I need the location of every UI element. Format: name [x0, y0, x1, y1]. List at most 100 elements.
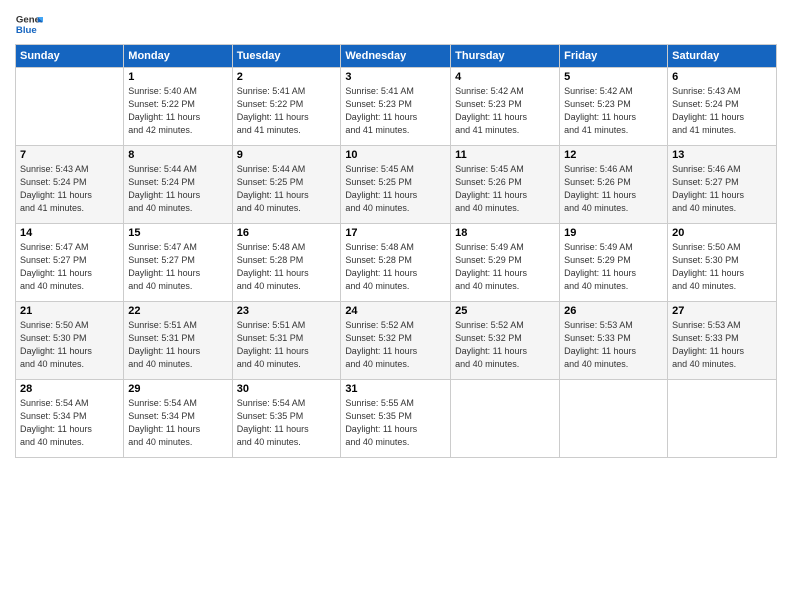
day-info: Sunrise: 5:46 AMSunset: 5:26 PMDaylight:…: [564, 163, 663, 215]
calendar-day-header: Friday: [560, 45, 668, 68]
calendar-day-cell: 15Sunrise: 5:47 AMSunset: 5:27 PMDayligh…: [124, 224, 232, 302]
calendar-day-cell: 13 Sunrise: 5:46 AMSunset: 5:27 PMDayligh…: [668, 146, 777, 224]
calendar-day-cell: 8 Sunrise: 5:44 AMSunset: 5:24 PMDaylight…: [124, 146, 232, 224]
calendar-week-row: 28 Sunrise: 5:54 AMSunset: 5:34 PMDayligh…: [16, 380, 777, 458]
day-number: 13: [672, 149, 772, 161]
calendar-day-cell: 26 Sunrise: 5:53 AMSunset: 5:33 PMDayligh…: [560, 302, 668, 380]
day-number: 25: [455, 305, 555, 317]
svg-text:Blue: Blue: [16, 25, 37, 36]
day-number: 30: [237, 383, 337, 395]
calendar-day-cell: 17 Sunrise: 5:48 AMSunset: 5:28 PMDayligh…: [341, 224, 451, 302]
day-info: Sunrise: 5:49 AMSunset: 5:29 PMDaylight:…: [564, 241, 663, 293]
calendar-day-cell: 6 Sunrise: 5:43 AMSunset: 5:24 PMDaylight…: [668, 68, 777, 146]
day-number: 3: [345, 71, 446, 83]
day-number: 6: [672, 71, 772, 83]
day-info: Sunrise: 5:54 AMSunset: 5:35 PMDaylight:…: [237, 397, 337, 449]
day-info: Sunrise: 5:48 AMSunset: 5:28 PMDaylight:…: [237, 241, 337, 293]
day-info: Sunrise: 5:44 AMSunset: 5:25 PMDaylight:…: [237, 163, 337, 215]
calendar-day-cell: 16 Sunrise: 5:48 AMSunset: 5:28 PMDayligh…: [232, 224, 341, 302]
day-info: Sunrise: 5:50 AMSunset: 5:30 PMDaylight:…: [20, 319, 119, 371]
day-number: 18: [455, 227, 555, 239]
day-info: Sunrise: 5:45 AMSunset: 5:26 PMDaylight:…: [455, 163, 555, 215]
calendar-day-cell: 28 Sunrise: 5:54 AMSunset: 5:34 PMDayligh…: [16, 380, 124, 458]
calendar-day-cell: 29 Sunrise: 5:54 AMSunset: 5:34 PMDayligh…: [124, 380, 232, 458]
day-number: 27: [672, 305, 772, 317]
calendar-header-row: SundayMondayTuesdayWednesdayThursdayFrid…: [16, 45, 777, 68]
day-info: Sunrise: 5:41 AMSunset: 5:23 PMDaylight:…: [345, 85, 446, 137]
day-number: 26: [564, 305, 663, 317]
day-number: 29: [128, 383, 227, 395]
day-info: Sunrise: 5:50 AMSunset: 5:30 PMDaylight:…: [672, 241, 772, 293]
day-number: 24: [345, 305, 446, 317]
calendar-week-row: 21 Sunrise: 5:50 AMSunset: 5:30 PMDayligh…: [16, 302, 777, 380]
day-info: Sunrise: 5:52 AMSunset: 5:32 PMDaylight:…: [455, 319, 555, 371]
day-number: 11: [455, 149, 555, 161]
calendar-day-header: Saturday: [668, 45, 777, 68]
day-info: Sunrise: 5:45 AMSunset: 5:25 PMDaylight:…: [345, 163, 446, 215]
day-info: Sunrise: 5:40 AMSunset: 5:22 PMDaylight:…: [128, 85, 227, 137]
calendar-day-cell: 21 Sunrise: 5:50 AMSunset: 5:30 PMDayligh…: [16, 302, 124, 380]
calendar-day-cell: 9Sunrise: 5:44 AMSunset: 5:25 PMDaylight…: [232, 146, 341, 224]
page: General Blue SundayMondayTuesdayWednesda…: [0, 0, 792, 612]
day-number: 28: [20, 383, 119, 395]
calendar-table: SundayMondayTuesdayWednesdayThursdayFrid…: [15, 44, 777, 458]
calendar-day-cell: 3 Sunrise: 5:41 AMSunset: 5:23 PMDaylight…: [341, 68, 451, 146]
day-number: 31: [345, 383, 446, 395]
calendar-day-cell: 22 Sunrise: 5:51 AMSunset: 5:31 PMDayligh…: [124, 302, 232, 380]
day-number: 19: [564, 227, 663, 239]
day-number: 22: [128, 305, 227, 317]
logo-icon: General Blue: [15, 10, 43, 38]
day-number: 14: [20, 227, 119, 239]
calendar-day-cell: [560, 380, 668, 458]
day-info: Sunrise: 5:48 AMSunset: 5:28 PMDaylight:…: [345, 241, 446, 293]
calendar-day-header: Wednesday: [341, 45, 451, 68]
calendar-day-cell: 24 Sunrise: 5:52 AMSunset: 5:32 PMDayligh…: [341, 302, 451, 380]
calendar-day-cell: 11 Sunrise: 5:45 AMSunset: 5:26 PMDayligh…: [451, 146, 560, 224]
day-info: Sunrise: 5:44 AMSunset: 5:24 PMDaylight:…: [128, 163, 227, 215]
calendar-week-row: 14 Sunrise: 5:47 AMSunset: 5:27 PMDayligh…: [16, 224, 777, 302]
calendar-day-cell: 7Sunrise: 5:43 AMSunset: 5:24 PMDaylight…: [16, 146, 124, 224]
calendar-day-header: Monday: [124, 45, 232, 68]
day-info: Sunrise: 5:49 AMSunset: 5:29 PMDaylight:…: [455, 241, 555, 293]
logo: General Blue: [15, 10, 47, 38]
calendar-day-cell: [16, 68, 124, 146]
day-number: 10: [345, 149, 446, 161]
day-info: Sunrise: 5:53 AMSunset: 5:33 PMDaylight:…: [564, 319, 663, 371]
day-number: 16: [237, 227, 337, 239]
day-info: Sunrise: 5:52 AMSunset: 5:32 PMDaylight:…: [345, 319, 446, 371]
calendar-day-cell: 31Sunrise: 5:55 AMSunset: 5:35 PMDayligh…: [341, 380, 451, 458]
day-number: 15: [128, 227, 227, 239]
day-info: Sunrise: 5:43 AMSunset: 5:24 PMDaylight:…: [672, 85, 772, 137]
day-number: 5: [564, 71, 663, 83]
calendar-day-cell: [451, 380, 560, 458]
calendar-day-cell: 18 Sunrise: 5:49 AMSunset: 5:29 PMDayligh…: [451, 224, 560, 302]
day-number: 23: [237, 305, 337, 317]
calendar-day-cell: 5 Sunrise: 5:42 AMSunset: 5:23 PMDaylight…: [560, 68, 668, 146]
calendar-day-cell: 1Sunrise: 5:40 AMSunset: 5:22 PMDaylight…: [124, 68, 232, 146]
day-number: 8: [128, 149, 227, 161]
day-info: Sunrise: 5:54 AMSunset: 5:34 PMDaylight:…: [128, 397, 227, 449]
day-number: 17: [345, 227, 446, 239]
calendar-day-cell: 4Sunrise: 5:42 AMSunset: 5:23 PMDaylight…: [451, 68, 560, 146]
day-info: Sunrise: 5:47 AMSunset: 5:27 PMDaylight:…: [20, 241, 119, 293]
calendar-day-cell: 10 Sunrise: 5:45 AMSunset: 5:25 PMDayligh…: [341, 146, 451, 224]
calendar-day-cell: 20 Sunrise: 5:50 AMSunset: 5:30 PMDayligh…: [668, 224, 777, 302]
calendar-day-header: Thursday: [451, 45, 560, 68]
header: General Blue: [15, 10, 777, 38]
day-info: Sunrise: 5:53 AMSunset: 5:33 PMDaylight:…: [672, 319, 772, 371]
calendar-week-row: 7Sunrise: 5:43 AMSunset: 5:24 PMDaylight…: [16, 146, 777, 224]
day-number: 12: [564, 149, 663, 161]
day-number: 7: [20, 149, 119, 161]
calendar-day-cell: 12 Sunrise: 5:46 AMSunset: 5:26 PMDayligh…: [560, 146, 668, 224]
day-info: Sunrise: 5:54 AMSunset: 5:34 PMDaylight:…: [20, 397, 119, 449]
day-number: 2: [237, 71, 337, 83]
calendar-day-cell: 19 Sunrise: 5:49 AMSunset: 5:29 PMDayligh…: [560, 224, 668, 302]
day-info: Sunrise: 5:42 AMSunset: 5:23 PMDaylight:…: [564, 85, 663, 137]
day-number: 20: [672, 227, 772, 239]
day-info: Sunrise: 5:42 AMSunset: 5:23 PMDaylight:…: [455, 85, 555, 137]
calendar-day-header: Tuesday: [232, 45, 341, 68]
day-number: 21: [20, 305, 119, 317]
calendar-body: 1Sunrise: 5:40 AMSunset: 5:22 PMDaylight…: [16, 68, 777, 458]
day-info: Sunrise: 5:46 AMSunset: 5:27 PMDaylight:…: [672, 163, 772, 215]
day-info: Sunrise: 5:51 AMSunset: 5:31 PMDaylight:…: [128, 319, 227, 371]
